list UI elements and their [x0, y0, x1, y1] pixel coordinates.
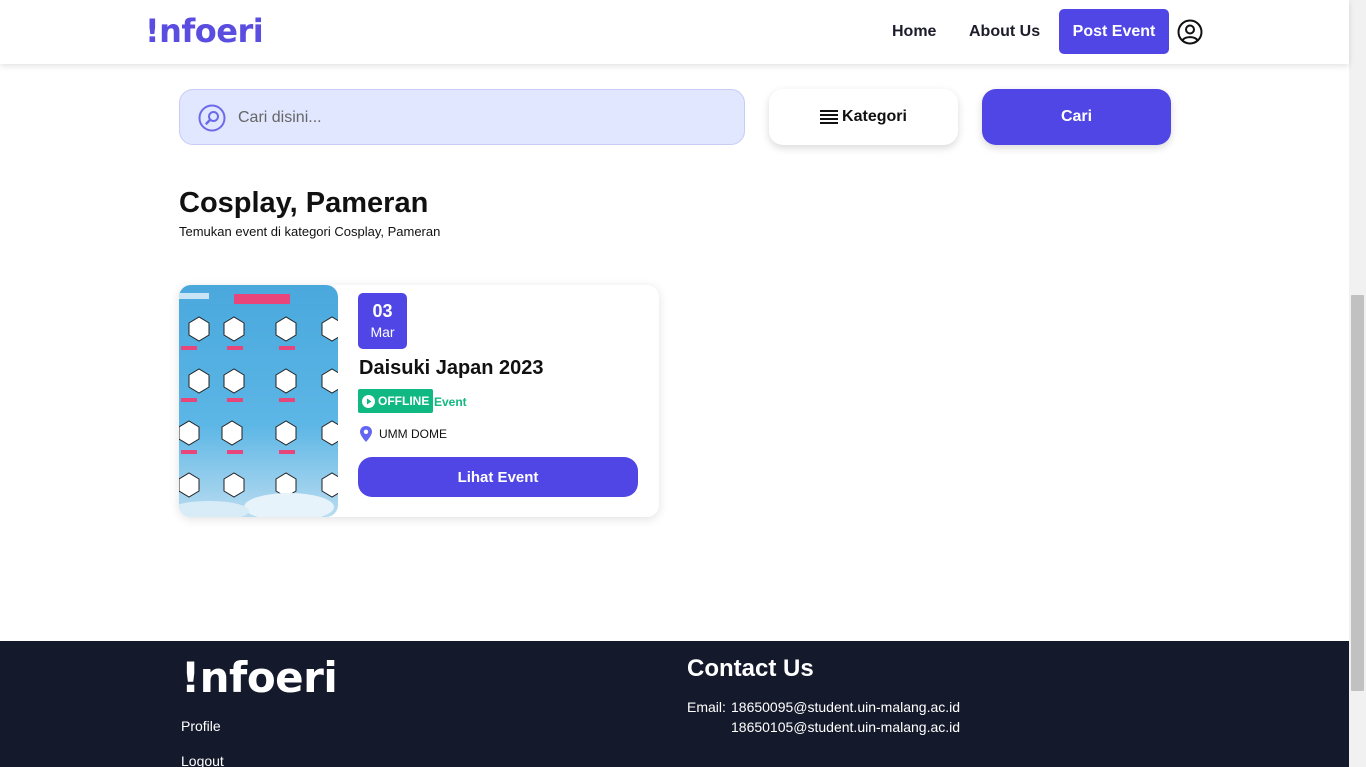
site-logo[interactable]: !nfoeri: [145, 12, 264, 50]
menu-icon: [820, 110, 839, 124]
event-date-month: Mar: [370, 324, 395, 340]
event-type: Event: [434, 395, 467, 409]
nav-about-link[interactable]: About Us: [969, 23, 1040, 41]
offline-badge: OFFLINE: [358, 389, 434, 413]
contact-title: Contact Us: [687, 655, 814, 682]
page-subtitle: Temukan event di kategori Cosplay, Pamer…: [179, 224, 441, 239]
poster-artwork: [179, 293, 338, 517]
footer-logout-link[interactable]: Logout: [181, 753, 224, 767]
kategori-button[interactable]: Kategori: [769, 89, 958, 145]
cari-button[interactable]: Cari: [982, 89, 1171, 145]
event-mode: OFFLINE: [378, 394, 430, 408]
kategori-label: Kategori: [842, 108, 907, 125]
event-location: UMM DOME: [379, 427, 447, 441]
email-label: Email:: [687, 699, 726, 715]
event-title[interactable]: Daisuki Japan 2023: [359, 357, 544, 380]
post-event-button[interactable]: Post Event: [1059, 9, 1169, 54]
nav-home-link[interactable]: Home: [892, 23, 936, 41]
play-circle-icon: [362, 394, 375, 408]
lihat-event-button[interactable]: Lihat Event: [358, 457, 638, 497]
contact-email-2[interactable]: 18650105@student.uin-malang.ac.id: [731, 719, 960, 735]
scrollbar-thumb[interactable]: [1351, 295, 1364, 691]
page-scrollbar[interactable]: [1349, 0, 1366, 767]
event-poster-image[interactable]: [179, 285, 338, 517]
footer-profile-link[interactable]: Profile: [181, 718, 221, 734]
event-date-badge: 03 Mar: [358, 293, 407, 349]
search-box: [179, 89, 745, 145]
search-input[interactable]: [238, 106, 718, 130]
location-pin-icon: [360, 426, 372, 442]
event-card: 03 Mar Daisuki Japan 2023 OFFLINE Event …: [179, 285, 659, 517]
footer-logo: !nfoeri: [181, 653, 338, 702]
user-account-icon[interactable]: [1177, 19, 1203, 45]
navbar: !nfoeri Home About Us Post Event: [0, 0, 1349, 64]
footer: !nfoeri Profile Logout Contact Us Email:…: [0, 641, 1349, 767]
event-date-day: 03: [372, 301, 393, 321]
contact-email-1[interactable]: 18650095@student.uin-malang.ac.id: [731, 699, 960, 715]
page-title: Cosplay, Pameran: [179, 187, 429, 219]
search-icon: [198, 104, 226, 132]
